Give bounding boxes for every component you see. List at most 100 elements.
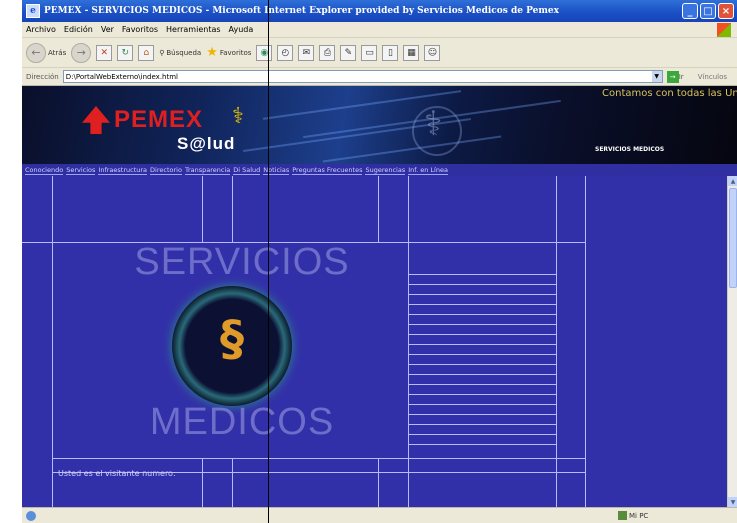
visitor-counter-label: Usted es el visitante numero:	[58, 469, 176, 478]
title-bar[interactable]: e PEMEX - SERVICIOS MEDICOS - Microsoft …	[22, 0, 737, 22]
address-value: D:\PortalWebExterno\index.html	[65, 72, 178, 81]
history-icon[interactable]: ◴	[277, 44, 294, 61]
list-line	[408, 414, 556, 415]
window-title: PEMEX - SERVICIOS MEDICOS - Microsoft In…	[44, 6, 559, 16]
links-label[interactable]: Vínculos	[698, 73, 727, 81]
servicios-medicos-label: SERVICIOS MEDICOS	[595, 146, 665, 153]
go-arrow-icon[interactable]: →	[666, 70, 679, 83]
menu-archivo[interactable]: Archivo	[26, 25, 56, 34]
nav-directorio[interactable]: Directorio	[150, 166, 182, 175]
grid-line	[202, 176, 203, 242]
main-layout-grid: SERVICIOS § MEDICOS Usted es el visitant…	[22, 176, 737, 507]
caduceus-icon: ⚕	[232, 104, 244, 129]
page-status-icon	[26, 510, 36, 521]
pemex-wordmark: PEMEX	[114, 106, 204, 133]
maximize-button[interactable]: □	[700, 3, 716, 19]
back-arrow-icon: ←	[26, 42, 46, 63]
print-icon[interactable]: ⎙	[319, 44, 336, 61]
search-button[interactable]: ⚲ Búsqueda	[159, 49, 201, 57]
search-icon: ⚲	[159, 48, 165, 57]
page-content: PEMEX ⚕ S@lud ⚕ Contamos con todas las U…	[22, 86, 737, 507]
pemex-logo[interactable]: PEMEX	[82, 106, 203, 134]
scroll-up-icon[interactable]: ▲	[728, 176, 737, 186]
list-line	[408, 374, 556, 375]
nav-infraestructura[interactable]: Infraestructura	[98, 166, 148, 175]
refresh-icon[interactable]: ↻	[117, 44, 134, 61]
stop-icon[interactable]: ✕	[96, 44, 113, 61]
window-controls: _ □ ×	[682, 3, 734, 19]
grid-line	[378, 458, 379, 507]
favorites-button[interactable]: ★ Favoritos	[206, 45, 251, 60]
scroll-down-icon[interactable]: ▼	[728, 497, 737, 507]
browser-window: e PEMEX - SERVICIOS MEDICOS - Microsoft …	[22, 0, 737, 523]
grid-line	[585, 176, 586, 507]
go-label[interactable]: Ir	[679, 73, 684, 81]
salud-wordmark: S@lud	[177, 134, 236, 153]
favorites-label: Favoritos	[219, 48, 252, 57]
menu-favoritos[interactable]: Favoritos	[122, 25, 158, 34]
windows-logo-icon	[717, 23, 731, 37]
main-nav: Conociendo Servicios Infraestructura Dir…	[22, 164, 737, 176]
servicios-medicos-hero: SERVICIOS § MEDICOS	[132, 241, 352, 446]
forward-button[interactable]: →	[71, 42, 92, 63]
messenger-icon[interactable]: ☺	[424, 44, 441, 61]
grid-line	[232, 176, 233, 242]
hero-title-top: SERVICIOS	[134, 241, 350, 283]
menu-ver[interactable]: Ver	[101, 25, 114, 34]
nav-conociendo[interactable]: Conociendo	[25, 166, 64, 175]
address-label: Dirección	[26, 72, 59, 81]
folder-icon[interactable]: ▭	[361, 44, 378, 61]
edit-icon[interactable]: ✎	[340, 44, 357, 61]
list-line	[408, 344, 556, 345]
ghost-caduceus-icon: ⚕	[424, 104, 443, 144]
list-line	[408, 334, 556, 335]
minimize-button[interactable]: _	[682, 3, 698, 19]
search-label: Búsqueda	[166, 48, 202, 57]
address-input[interactable]: D:\PortalWebExterno\index.html ▼	[62, 70, 663, 83]
toolbar: ← Atrás → ✕ ↻ ⌂ ⚲ Búsqueda ★ Favoritos ◉…	[22, 38, 737, 68]
header-banner: PEMEX ⚕ S@lud ⚕ Contamos con todas las U…	[22, 86, 737, 164]
zone-label: Mi PC	[629, 511, 649, 520]
document-icon[interactable]: ▯	[382, 44, 399, 61]
list-line	[408, 354, 556, 355]
scan-divider-line	[268, 0, 269, 523]
list-line	[408, 324, 556, 325]
list-line	[408, 274, 556, 275]
list-line	[408, 404, 556, 405]
vertical-scrollbar[interactable]: ▲ ▼	[727, 176, 737, 507]
banner-streak	[322, 135, 502, 163]
nav-sugerencias[interactable]: Sugerencias	[365, 166, 406, 175]
list-line	[408, 444, 556, 445]
nav-transparencia[interactable]: Transparencia	[184, 166, 231, 175]
media-icon[interactable]: ◉	[256, 44, 273, 61]
list-line	[408, 394, 556, 395]
menu-edicion[interactable]: Edición	[64, 25, 93, 34]
address-bar: Dirección D:\PortalWebExterno\index.html…	[22, 68, 737, 86]
nav-inf-en-linea[interactable]: Inf. en Línea	[408, 166, 448, 175]
star-icon: ★	[206, 45, 218, 60]
nav-preguntas-frecuentes[interactable]: Preguntas Frecuentes	[292, 166, 363, 175]
grid-line	[52, 458, 585, 459]
mail-icon[interactable]: ✉	[298, 44, 315, 61]
back-button[interactable]: ← Atrás	[26, 42, 67, 63]
nav-di-salud[interactable]: Di Salud	[233, 166, 261, 175]
research-icon[interactable]: ▦	[403, 44, 420, 61]
home-icon[interactable]: ⌂	[138, 44, 155, 61]
menu-bar: Archivo Edición Ver Favoritos Herramient…	[22, 22, 737, 38]
list-line	[408, 284, 556, 285]
computer-icon	[618, 511, 627, 520]
menu-ayuda[interactable]: Ayuda	[229, 25, 254, 34]
nav-servicios[interactable]: Servicios	[66, 166, 96, 175]
address-dropdown-icon[interactable]: ▼	[651, 71, 662, 82]
security-zone: Mi PC	[618, 511, 648, 520]
serpent-staff-icon: §	[220, 311, 244, 367]
menu-herramientas[interactable]: Herramientas	[166, 25, 221, 34]
scroll-thumb[interactable]	[729, 188, 737, 288]
hero-title-bottom: MEDICOS	[149, 401, 335, 443]
status-bar: Mi PC	[22, 507, 737, 523]
list-line	[408, 304, 556, 305]
pemex-eagle-icon	[82, 106, 110, 134]
grid-line	[378, 176, 379, 242]
back-label: Atrás	[48, 48, 67, 57]
close-button[interactable]: ×	[718, 3, 734, 19]
